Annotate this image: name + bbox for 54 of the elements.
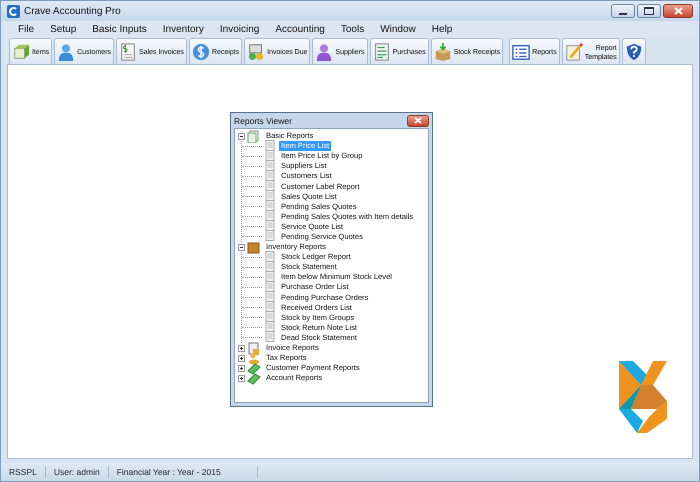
menu-item[interactable]: File [10,24,42,35]
collapse-icon[interactable] [238,132,245,140]
menu-item[interactable]: Inventory [154,24,212,35]
invoice-icon [118,42,137,60]
document-icon [264,331,276,344]
expand-icon[interactable] [238,354,245,362]
document-icon [264,280,276,294]
maximize-button[interactable] [637,4,661,18]
list-icon [512,42,530,60]
menu-item[interactable]: Invoicing [212,24,268,35]
menu-item[interactable]: Setup [42,24,84,35]
document-icon [264,230,276,244]
coins-icon [247,352,261,365]
app-logo-icon [7,4,20,18]
close-button[interactable] [663,4,693,18]
dialog-title: Reports Viewer [234,116,292,126]
box-arrow-icon [434,42,452,60]
status-text: User: admin [46,466,109,478]
menu-item[interactable]: Tools [332,24,372,35]
expand-icon[interactable] [238,364,245,372]
close-button[interactable] [407,114,429,126]
document-icon [264,170,276,183]
menu-item[interactable]: Basic Inputs [84,24,155,35]
menu-item[interactable]: Window [372,24,424,35]
help-button[interactable] [622,38,646,64]
document-icon [264,150,276,163]
status-text: Financial Year : Year - 2015 [108,466,258,478]
expand-icon[interactable] [238,344,245,352]
banknote-icon [247,362,261,375]
menu-item[interactable]: Accounting [267,24,333,35]
expand-icon[interactable] [238,374,245,382]
close-icon [414,117,422,124]
help-shield-icon [624,42,643,60]
document-icon [264,250,276,264]
minimize-button[interactable] [611,4,635,18]
document-icon [372,42,390,60]
box-icon [12,42,30,60]
menu-item[interactable]: Help [424,24,460,35]
window-title: Crave Accounting Pro [24,6,122,16]
pencil-document-icon [564,42,583,60]
document-icon [264,260,276,274]
collapse-icon[interactable] [238,244,245,251]
dollar-coin-icon [192,42,210,60]
status-text: RSSPL [1,466,46,478]
banknote-icon [247,372,261,385]
crate-icon [247,240,261,254]
document-icon [264,160,276,173]
close-icon [674,7,682,15]
brand-logo-drawing [619,361,667,433]
document-icon [264,270,276,284]
person-icon [57,42,76,60]
person-icon [315,42,334,60]
document-icon [247,342,261,355]
document-icon [264,140,276,153]
